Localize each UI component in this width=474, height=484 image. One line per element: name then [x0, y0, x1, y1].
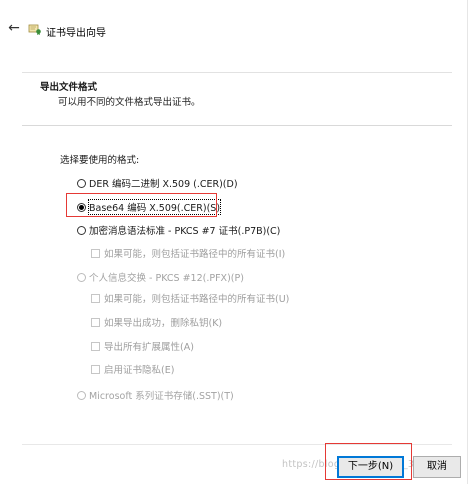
radio-der[interactable]: DER 编码二进制 X.509 (.CER)(D)	[77, 176, 238, 190]
checkbox-label: 启用证书隐私(E)	[104, 365, 175, 376]
radio-der-label: DER 编码二进制 X.509 (.CER)(D)	[89, 179, 238, 190]
radio-sst-label: Microsoft 系列证书存储(.SST)(T)	[89, 391, 234, 402]
checkbox-box[interactable]	[91, 248, 100, 258]
radio-der-circle[interactable]	[77, 178, 86, 188]
checkbox-label: 导出所有扩展属性(A)	[104, 342, 194, 353]
cancel-button[interactable]: 取消	[413, 456, 461, 478]
header-divider	[22, 72, 452, 73]
window-edge	[467, 0, 468, 484]
section-title: 导出文件格式	[40, 82, 98, 93]
checkbox-pkcs7-include-all[interactable]: 如果可能，则包括证书路径中的所有证书(I)	[91, 246, 285, 260]
back-button[interactable]: ←	[6, 20, 22, 36]
checkbox-box[interactable]	[91, 293, 100, 303]
annotation-box-next	[325, 443, 412, 480]
checkbox-pfx-delete-key[interactable]: 如果导出成功，删除私钥(K)	[91, 315, 222, 329]
section-subtitle: 可以用不同的文件格式导出证书。	[58, 97, 201, 108]
format-label: 选择要使用的格式:	[60, 155, 140, 166]
section-divider	[22, 125, 452, 126]
radio-pkcs7[interactable]: 加密消息语法标准 - PKCS #7 证书(.P7B)(C)	[77, 223, 280, 237]
annotation-box-base64	[66, 193, 217, 217]
window-title: 证书导出向导	[46, 28, 106, 39]
radio-pfx-circle[interactable]	[77, 272, 86, 282]
radio-sst-circle[interactable]	[77, 390, 86, 400]
radio-pfx[interactable]: 个人信息交换 - PKCS #12(.PFX)(P)	[77, 270, 244, 284]
checkbox-label: 如果可能，则包括证书路径中的所有证书(I)	[104, 249, 286, 260]
checkbox-pfx-export-ext[interactable]: 导出所有扩展属性(A)	[91, 339, 194, 353]
radio-pkcs7-circle[interactable]	[77, 225, 86, 235]
certificate-wizard-icon	[28, 23, 42, 35]
checkbox-pfx-enable-privacy[interactable]: 启用证书隐私(E)	[91, 362, 174, 376]
radio-sst[interactable]: Microsoft 系列证书存储(.SST)(T)	[77, 388, 234, 402]
checkbox-box[interactable]	[91, 341, 100, 351]
radio-pkcs7-label: 加密消息语法标准 - PKCS #7 证书(.P7B)(C)	[89, 226, 281, 237]
checkbox-box[interactable]	[91, 317, 100, 327]
checkbox-label: 如果可能，则包括证书路径中的所有证书(U)	[104, 294, 290, 305]
checkbox-box[interactable]	[91, 364, 100, 374]
radio-pfx-label: 个人信息交换 - PKCS #12(.PFX)(P)	[89, 273, 244, 284]
checkbox-pfx-include-all[interactable]: 如果可能，则包括证书路径中的所有证书(U)	[91, 291, 289, 305]
checkbox-label: 如果导出成功，删除私钥(K)	[104, 318, 223, 329]
